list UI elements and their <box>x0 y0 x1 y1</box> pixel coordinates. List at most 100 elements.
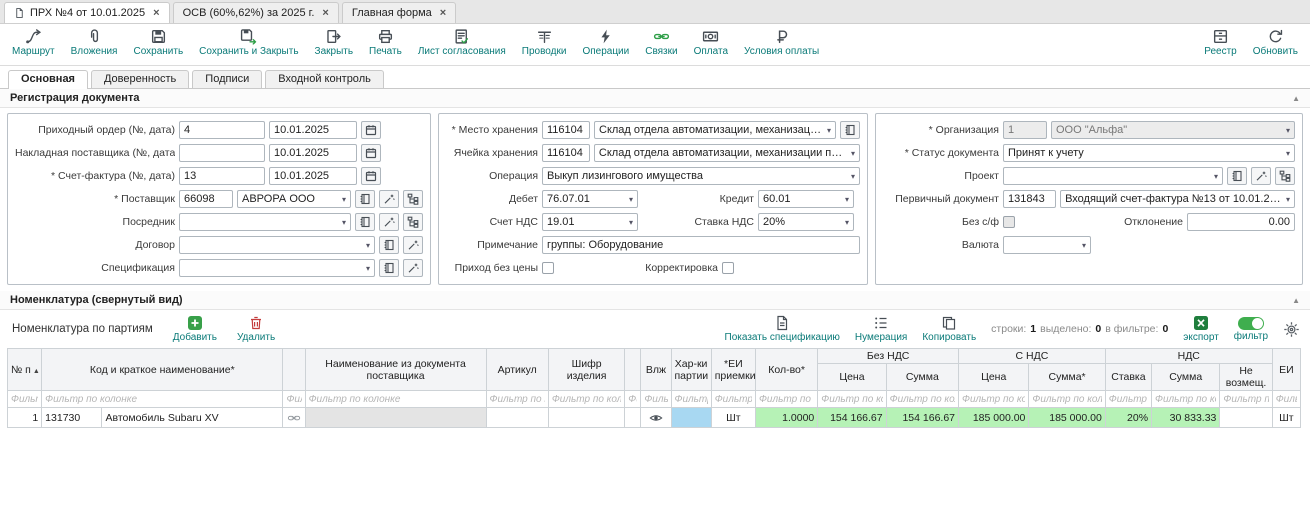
col-header-num[interactable]: № п▲ <box>8 349 42 391</box>
project-hierarchy-button[interactable] <box>1275 167 1295 185</box>
project-wizard-button[interactable] <box>1251 167 1271 185</box>
storage-code-input[interactable] <box>542 121 590 139</box>
no-price-receipt-checkbox[interactable] <box>542 262 554 274</box>
filter-input-qty[interactable] <box>756 392 817 407</box>
col-header-cipher[interactable]: Шифр изделия <box>548 349 624 391</box>
col-header-qty[interactable]: Кол-во* <box>755 349 817 391</box>
filter-input-vat-rate[interactable] <box>1106 392 1151 407</box>
numbering-button[interactable]: Нумерация <box>855 315 907 343</box>
doc-tab-main-form[interactable]: Главная форма × <box>342 2 456 23</box>
tab-input-control[interactable]: Входной контроль <box>265 70 384 88</box>
supplier-wizard-button[interactable] <box>379 190 399 208</box>
specification-combo[interactable]: ▾ <box>179 259 375 277</box>
filter-input-code-name[interactable] <box>42 392 282 407</box>
delete-row-button[interactable]: Удалить <box>237 315 275 343</box>
debit-combo[interactable]: 76.07.01▾ <box>542 190 638 208</box>
invoice-number-input[interactable] <box>179 167 265 185</box>
copy-button[interactable]: Копировать <box>922 315 976 343</box>
filter-input-vat-sum[interactable] <box>1152 392 1219 407</box>
filter-input-price-with-vat[interactable] <box>959 392 1028 407</box>
col-header-batch[interactable]: Хар-ки партии <box>671 349 711 391</box>
col-header-vat-rate[interactable]: Ставка <box>1105 364 1151 391</box>
col-header-price-with-vat[interactable]: Цена <box>959 364 1029 391</box>
supplier-dictionary-button[interactable] <box>355 190 375 208</box>
close-button[interactable]: Закрыть <box>315 28 354 57</box>
storage-dictionary-button[interactable] <box>840 121 860 139</box>
add-row-button[interactable]: Добавить <box>173 315 217 343</box>
intermediary-hierarchy-button[interactable] <box>403 213 423 231</box>
payment-button[interactable]: Оплата <box>694 28 728 57</box>
vat-rate-combo[interactable]: 20%▾ <box>758 213 854 231</box>
filter-input-flag[interactable] <box>625 392 640 407</box>
receipt-order-number-input[interactable] <box>179 121 265 139</box>
supplier-invoice-date-input[interactable] <box>269 144 357 162</box>
col-header-attachments[interactable]: Влж <box>641 349 671 391</box>
intermediary-wizard-button[interactable] <box>379 213 399 231</box>
primary-document-combo[interactable]: Входящий счет-фактура №13 от 10.01.2025▾ <box>1060 190 1295 208</box>
contract-combo[interactable]: ▾ <box>179 236 375 254</box>
filter-input-price-without-vat[interactable] <box>818 392 885 407</box>
supplier-invoice-calendar-button[interactable] <box>361 144 381 162</box>
table-row[interactable]: 1 131730 Автомобиль Subaru XV Шт 1.0000 … <box>8 408 1301 428</box>
cell-link[interactable] <box>283 408 305 428</box>
doc-tab-prh[interactable]: ПРХ №4 от 10.01.2025 × <box>4 2 170 23</box>
project-dictionary-button[interactable] <box>1227 167 1247 185</box>
export-excel-button[interactable]: экспорт <box>1183 315 1219 343</box>
organization-code-input[interactable] <box>1003 121 1047 139</box>
receipt-order-date-input[interactable] <box>269 121 357 139</box>
filter-input-supplier-name[interactable] <box>306 392 486 407</box>
storage-cell-combo[interactable]: Склад отдела автоматизации, механизации … <box>594 144 860 162</box>
payment-terms-button[interactable]: Условия оплаты <box>744 28 819 57</box>
note-input[interactable] <box>542 236 860 254</box>
cell-attachments[interactable] <box>641 408 671 428</box>
storage-cell-code-input[interactable] <box>542 144 590 162</box>
filter-input-cipher[interactable] <box>549 392 624 407</box>
primary-document-code-input[interactable] <box>1003 190 1056 208</box>
tab-signatures[interactable]: Подписи <box>192 70 262 88</box>
document-status-combo[interactable]: Принят к учету▾ <box>1003 144 1295 162</box>
collapse-section-icon[interactable]: ▲ <box>1292 296 1300 305</box>
filter-input-link[interactable] <box>283 392 304 407</box>
filter-input-attachments[interactable] <box>641 392 670 407</box>
print-button[interactable]: Печать <box>369 28 402 57</box>
col-header-article[interactable]: Артикул <box>486 349 548 391</box>
attachments-button[interactable]: Вложения <box>71 28 118 57</box>
project-combo[interactable]: ▾ <box>1003 167 1223 185</box>
specification-wizard-button[interactable] <box>403 259 423 277</box>
filter-input-non-reimbursable[interactable] <box>1220 392 1271 407</box>
credit-combo[interactable]: 60.01▾ <box>758 190 854 208</box>
supplier-invoice-number-input[interactable] <box>179 144 265 162</box>
currency-combo[interactable]: ▾ <box>1003 236 1091 254</box>
col-header-supplier-name[interactable]: Наименование из документа поставщика <box>305 349 486 391</box>
supplier-hierarchy-button[interactable] <box>403 190 423 208</box>
filter-toggle-button[interactable]: фильтр <box>1234 317 1268 342</box>
filter-input-article[interactable] <box>487 392 548 407</box>
table-settings-button[interactable] <box>1283 321 1300 338</box>
refresh-button[interactable]: Обновить <box>1253 28 1298 57</box>
links-button[interactable]: Связки <box>645 28 677 57</box>
save-and-close-button[interactable]: Сохранить и Закрыть <box>199 28 298 57</box>
col-header-flag[interactable] <box>625 349 641 391</box>
supplier-code-input[interactable] <box>179 190 233 208</box>
filter-input-ei-accept[interactable] <box>712 392 755 407</box>
filter-input-sum-with-vat[interactable] <box>1029 392 1104 407</box>
no-invoice-checkbox[interactable] <box>1003 216 1015 228</box>
filter-input-batch[interactable] <box>672 392 711 407</box>
doc-tab-osv[interactable]: ОСВ (60%,62%) за 2025 г. × <box>173 2 339 23</box>
tab-power-of-attorney[interactable]: Доверенность <box>91 70 189 88</box>
specification-dictionary-button[interactable] <box>379 259 399 277</box>
filter-input-ei[interactable] <box>1273 392 1300 407</box>
route-button[interactable]: Маршрут <box>12 28 55 57</box>
filter-input-num[interactable] <box>8 392 41 407</box>
filter-input-sum-without-vat[interactable] <box>887 392 958 407</box>
supplier-combo[interactable]: АВРОРА ООО▾ <box>237 190 351 208</box>
vat-account-combo[interactable]: 19.01▾ <box>542 213 638 231</box>
col-header-vat-sum[interactable]: Сумма <box>1152 364 1220 391</box>
tab-close-icon[interactable]: × <box>322 7 328 19</box>
invoice-calendar-button[interactable] <box>361 167 381 185</box>
col-header-price-without-vat[interactable]: Цена <box>818 364 886 391</box>
tab-close-icon[interactable]: × <box>440 7 446 19</box>
col-header-sum-without-vat[interactable]: Сумма <box>886 364 958 391</box>
tab-main[interactable]: Основная <box>8 70 88 89</box>
tab-close-icon[interactable]: × <box>153 7 159 19</box>
